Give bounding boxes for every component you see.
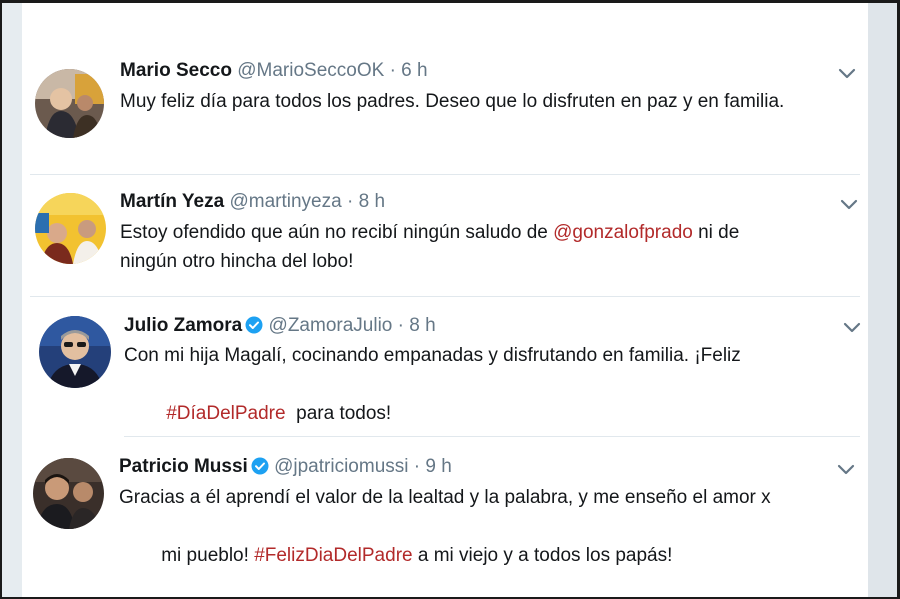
author-handle[interactable]: @MarioSeccoOK xyxy=(237,60,384,81)
tweet-text-segment: Con mi hija Magalí, cocinando empanadas … xyxy=(124,345,741,366)
tweet-text-line: Estoy ofendido que aún no recibí ningún … xyxy=(120,218,739,247)
tweet-text-segment: Gracias a él aprendí el valor de la leal… xyxy=(119,487,771,508)
tweet-divider xyxy=(30,174,860,175)
chevron-down-icon[interactable] xyxy=(840,199,858,211)
tweet-time[interactable]: 8 h xyxy=(359,191,385,212)
separator-dot: · xyxy=(346,191,354,212)
chevron-down-icon[interactable] xyxy=(837,464,855,476)
chevron-down-icon[interactable] xyxy=(843,322,861,334)
tweet-text-line: #DíaDelPadre para todos! xyxy=(124,370,741,457)
author-handle[interactable]: @jpatriciomussi xyxy=(274,456,408,477)
tweet-text-line: Con mi hija Magalí, cocinando empanadas … xyxy=(124,341,741,370)
author-name[interactable]: Julio Zamora xyxy=(124,315,242,336)
avatar[interactable] xyxy=(39,316,111,388)
separator-dot: · xyxy=(397,315,404,336)
side-gutter xyxy=(868,3,897,597)
tweet-divider xyxy=(30,296,860,297)
author-handle[interactable]: @ZamoraJulio xyxy=(269,315,393,336)
tweet-header: Julio Zamora @ZamoraJulio · 8 h xyxy=(124,314,436,338)
avatar-photo xyxy=(35,193,106,264)
tweet-time[interactable]: 8 h xyxy=(409,315,435,336)
separator-dot: · xyxy=(389,60,396,81)
avatar-photo xyxy=(35,69,104,138)
avatar[interactable] xyxy=(33,458,104,529)
tweet-time[interactable]: 9 h xyxy=(425,456,451,477)
tweet-text-segment: Muy feliz día para todos los padres. Des… xyxy=(120,91,785,112)
tweet-text: Muy feliz día para todos los padres. Des… xyxy=(120,87,784,116)
avatar[interactable] xyxy=(35,193,106,264)
tweet-text-line: mi pueblo! #FelizDiaDelPadre a mi viejo … xyxy=(119,512,771,599)
window-frame-left xyxy=(0,0,2,599)
author-handle[interactable]: @martinyeza xyxy=(229,191,341,212)
verified-badge-icon xyxy=(251,457,269,475)
tweet-time[interactable]: 6 h xyxy=(401,60,427,81)
mention-link[interactable]: @gonzalofprado xyxy=(553,222,693,243)
tweet-header: Martín Yeza @martinyeza · 8 h xyxy=(120,190,385,214)
tweet-text-line: Muy feliz día para todos los padres. Des… xyxy=(120,87,784,116)
tweet-text-segment: mi pueblo! xyxy=(161,545,255,566)
tweet-header: Patricio Mussi @jpatriciomussi · 9 h xyxy=(119,455,452,479)
tweet-text-line: ningún otro hincha del lobo! xyxy=(120,247,739,276)
separator-dot: · xyxy=(413,456,421,477)
tweet-text-segment: ni de xyxy=(692,222,740,243)
tweet-text-segment: para todos! xyxy=(285,403,392,424)
tweet-text: Estoy ofendido que aún no recibí ningún … xyxy=(120,218,739,276)
tweet-text-segment: a mi viejo y a todos los papás! xyxy=(412,545,673,566)
avatar[interactable] xyxy=(35,69,104,138)
hashtag-link[interactable]: #FelizDiaDelPadre xyxy=(254,545,412,566)
author-name[interactable]: Patricio Mussi xyxy=(119,456,248,477)
chevron-down-icon[interactable] xyxy=(838,68,856,80)
verified-badge-icon xyxy=(245,316,263,334)
author-name[interactable]: Mario Secco xyxy=(120,60,232,81)
avatar-photo xyxy=(39,316,111,388)
avatar-photo xyxy=(33,458,104,529)
tweet-text: Gracias a él aprendí el valor de la leal… xyxy=(119,483,771,599)
hashtag-link[interactable]: #DíaDelPadre xyxy=(166,403,285,424)
tweet-feed: Mario Secco @MarioSeccoOK · 6 h Muy feli… xyxy=(22,3,868,597)
tweet-text-segment: ningún otro hincha del lobo! xyxy=(120,251,354,272)
tweet-text: Con mi hija Magalí, cocinando empanadas … xyxy=(124,341,741,457)
tweet-header: Mario Secco @MarioSeccoOK · 6 h xyxy=(120,59,428,83)
tweet-text-line: Gracias a él aprendí el valor de la leal… xyxy=(119,483,771,512)
author-name[interactable]: Martín Yeza xyxy=(120,191,224,212)
tweet-text-segment: Estoy ofendido que aún no recibí ningún … xyxy=(120,222,554,243)
tweet-divider xyxy=(124,436,860,437)
